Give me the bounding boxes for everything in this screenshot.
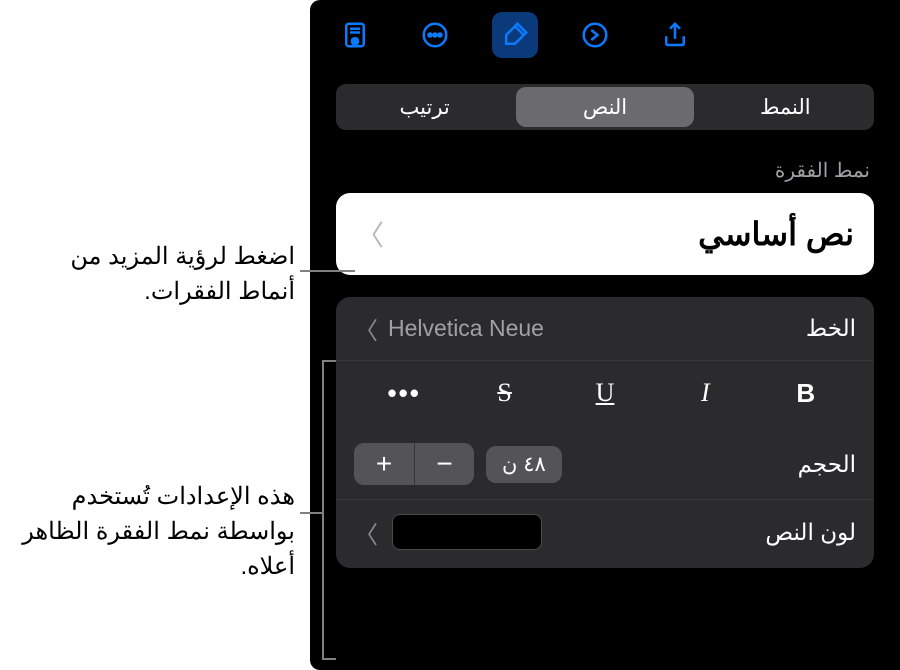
size-label: الحجم [798,451,856,478]
more-text-options-button[interactable]: ••• [374,371,434,415]
text-color-label: لون النص [765,519,856,546]
redo-icon[interactable] [572,12,618,58]
chevron-left-icon: 〈 [354,311,378,346]
bold-button[interactable]: B [776,371,836,415]
document-view-icon[interactable] [332,12,378,58]
callout-leader [300,270,355,272]
callout-leader [322,658,336,660]
underline-button[interactable]: U [575,371,635,415]
paragraph-style-value: نص أساسي [698,215,854,253]
format-brush-icon[interactable] [492,12,538,58]
size-increase-button[interactable]: + [354,443,414,485]
size-row: + − ٤٨ ن الحجم [336,429,874,499]
size-decrease-button[interactable]: − [414,443,474,485]
paragraph-style-selector[interactable]: 〈 نص أساسي [336,193,874,275]
size-stepper: + − [354,443,474,485]
more-icon[interactable] [412,12,458,58]
font-label: الخط [806,315,856,342]
text-style-row: ••• S U I B [336,360,874,429]
strikethrough-button[interactable]: S [475,371,535,415]
callout-leader [322,360,324,660]
font-value: Helvetica Neue [388,315,544,342]
text-options-panel: 〈 Helvetica Neue الخط ••• S U I B + − ٤٨… [336,297,874,568]
chevron-left-icon: 〈 [356,214,384,254]
callout-paragraph-styles: اضغط لرؤية المزيد من أنماط الفقرات. [20,240,295,310]
italic-button[interactable]: I [675,371,735,415]
inspector-panel: ترتيب النص النمط نمط الفقرة 〈 نص أساسي 〈… [310,0,900,670]
tab-text[interactable]: النص [516,87,693,127]
tab-arrange[interactable]: ترتيب [336,84,513,130]
chevron-left-icon: 〈 [354,515,378,550]
callout-settings-note: هذه الإعدادات تُستخدم بواسطة نمط الفقرة … [0,480,295,584]
text-color-swatch[interactable] [392,514,542,550]
paragraph-style-heading: نمط الفقرة [310,130,900,193]
tab-style[interactable]: النمط [697,84,874,130]
top-toolbar [310,0,900,70]
font-row[interactable]: 〈 Helvetica Neue الخط [336,297,874,360]
callout-leader [300,512,322,514]
text-color-row[interactable]: 〈 لون النص [336,499,874,564]
callout-leader [322,360,336,362]
format-tabs: ترتيب النص النمط [310,70,900,130]
share-icon[interactable] [652,12,698,58]
size-value[interactable]: ٤٨ ن [486,446,562,483]
